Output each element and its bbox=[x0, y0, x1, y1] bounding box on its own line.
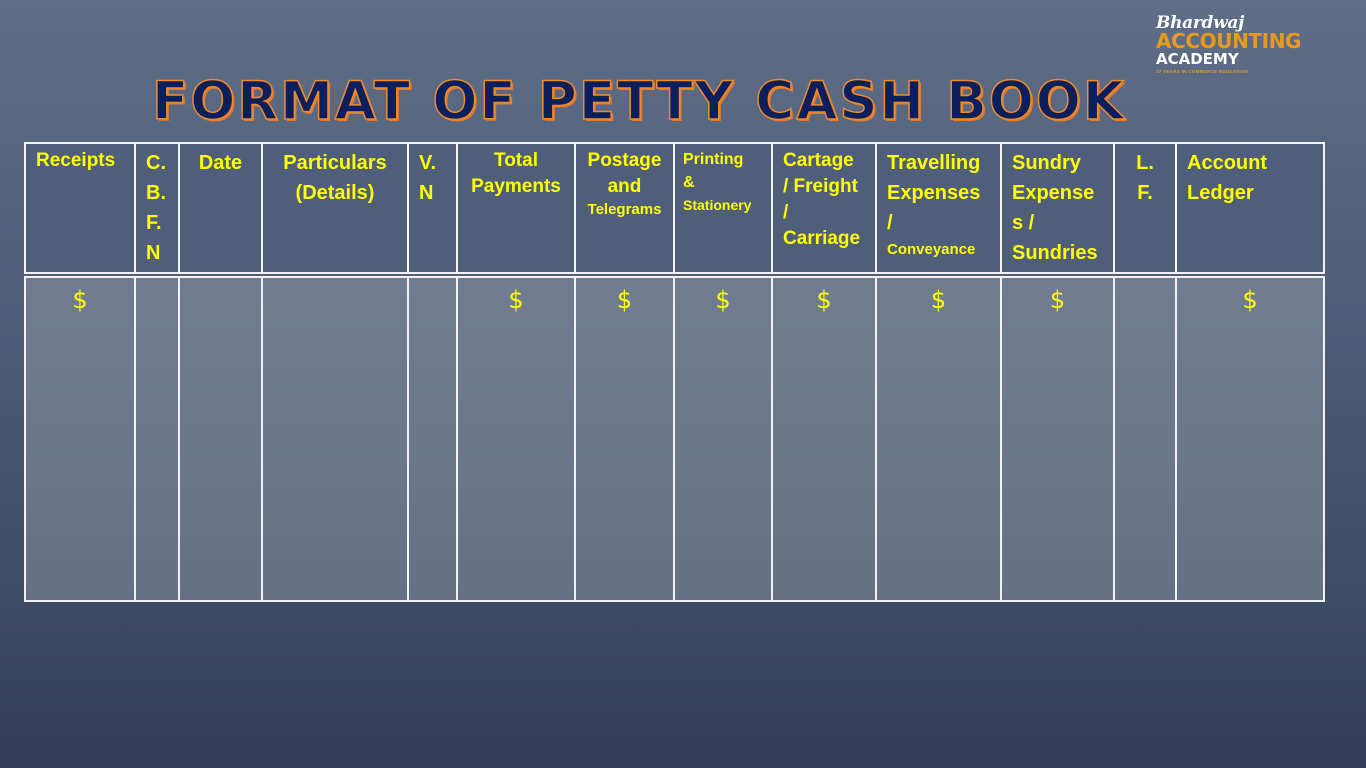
header-travelling-line: / bbox=[887, 212, 893, 234]
header-cbfn: C. B. F. N bbox=[134, 142, 180, 274]
header-cartage-line: Carriage bbox=[783, 228, 861, 249]
header-particulars-line: Particulars bbox=[283, 152, 387, 174]
header-account-ledger-line: Ledger bbox=[1187, 182, 1254, 204]
page-title: FORMAT OF PETTY CASH BOOK bbox=[151, 70, 1126, 133]
table-row: $ $ $ $ $ $ $ $ bbox=[24, 276, 1325, 602]
header-sundry-line: s / bbox=[1012, 212, 1035, 234]
logo-tagline: 27 YEARS IN COMMERCE EDUCATION bbox=[1156, 69, 1249, 74]
cell-cbfn bbox=[134, 276, 180, 602]
header-sundry-line: Sundry bbox=[1012, 152, 1081, 174]
header-particulars-line: (Details) bbox=[295, 182, 375, 204]
header-total-payments: Total Payments bbox=[456, 142, 576, 274]
header-vn: V. N bbox=[407, 142, 458, 274]
header-travelling-line: Travelling bbox=[887, 152, 981, 174]
header-cbfn-line: C. bbox=[146, 152, 166, 174]
header-postage-line: Postage bbox=[587, 150, 662, 171]
header-receipts-label: Receipts bbox=[36, 150, 116, 171]
header-sundry-line: Expense bbox=[1012, 182, 1095, 204]
header-cartage-line: Cartage bbox=[783, 150, 854, 171]
cell-sundry-expenses: $ bbox=[1000, 276, 1115, 602]
header-cbfn-line: B. bbox=[146, 182, 166, 204]
header-cartage-freight-carriage: Cartage / Freight / Carriage bbox=[771, 142, 877, 274]
header-travelling-conveyance: Travelling Expenses / Conveyance bbox=[875, 142, 1002, 274]
header-travelling-line: Conveyance bbox=[887, 241, 976, 258]
header-printing-line: & bbox=[683, 174, 695, 191]
cell-travelling-conveyance: $ bbox=[875, 276, 1002, 602]
table-header-row: Receipts C. B. F. N Date Particulars (De… bbox=[24, 142, 1325, 274]
header-cbfn-line: N bbox=[146, 242, 161, 264]
header-vn-line: V. bbox=[419, 152, 437, 174]
cell-postage-telegrams: $ bbox=[574, 276, 675, 602]
header-date: Date bbox=[178, 142, 263, 274]
header-vn-line: N bbox=[419, 182, 434, 204]
header-receipts: Receipts bbox=[24, 142, 136, 274]
cell-account-ledger: $ bbox=[1175, 276, 1325, 602]
cell-receipts: $ bbox=[24, 276, 136, 602]
header-postage-telegrams: Postage and Telegrams bbox=[574, 142, 675, 274]
petty-cash-book-table: Receipts C. B. F. N Date Particulars (De… bbox=[24, 142, 1325, 602]
cell-total-payments: $ bbox=[456, 276, 576, 602]
header-total-payments-line: Payments bbox=[471, 176, 561, 197]
header-particulars: Particulars (Details) bbox=[261, 142, 409, 274]
header-cbfn-line: F. bbox=[146, 212, 162, 234]
header-sundry-line: Sundries bbox=[1012, 242, 1098, 264]
logo-main-text: ACCOUNTING bbox=[1156, 29, 1302, 53]
header-printing-line: Stationery bbox=[683, 197, 752, 213]
header-account-ledger: Account Ledger bbox=[1175, 142, 1325, 274]
header-lf-line: F. bbox=[1137, 182, 1153, 204]
header-cartage-line: / bbox=[783, 202, 789, 223]
header-date-label: Date bbox=[198, 152, 243, 174]
header-printing-line: Printing bbox=[683, 151, 744, 168]
header-postage-line: Telegrams bbox=[587, 201, 662, 218]
header-postage-line: and bbox=[607, 176, 642, 197]
cell-lf bbox=[1113, 276, 1177, 602]
cell-vn bbox=[407, 276, 458, 602]
bhardwaj-accounting-academy-logo: Bhardwaj ACCOUNTING ACADEMY 27 YEARS IN … bbox=[1156, 14, 1326, 76]
header-account-ledger-line: Account bbox=[1187, 152, 1267, 174]
header-cartage-line: / Freight bbox=[783, 176, 858, 197]
header-lf: L. F. bbox=[1113, 142, 1177, 274]
cell-printing-stationery: $ bbox=[673, 276, 773, 602]
header-travelling-line: Expenses bbox=[887, 182, 981, 204]
logo-sub-text: ACADEMY bbox=[1156, 50, 1239, 68]
header-lf-line: L. bbox=[1136, 152, 1154, 174]
header-sundry-expenses: Sundry Expense s / Sundries bbox=[1000, 142, 1115, 274]
cell-cartage-freight-carriage: $ bbox=[771, 276, 877, 602]
cell-date bbox=[178, 276, 263, 602]
header-total-payments-line: Total bbox=[494, 150, 538, 171]
header-printing-stationery: Printing & Stationery bbox=[673, 142, 773, 274]
cell-particulars bbox=[261, 276, 409, 602]
